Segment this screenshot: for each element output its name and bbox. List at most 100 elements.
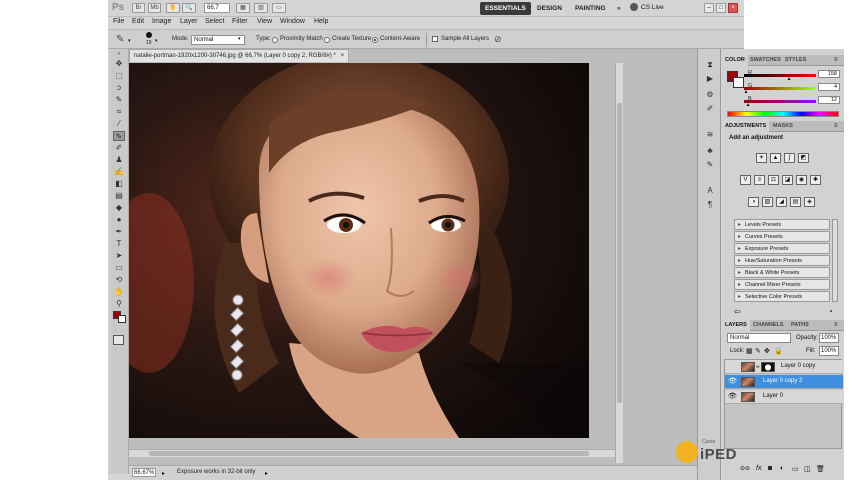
black-white-icon[interactable]: ◪ xyxy=(782,175,793,185)
eye-icon[interactable]: 👁 xyxy=(728,378,737,386)
horizontal-scroll-thumb[interactable] xyxy=(149,451,589,456)
threshold-icon[interactable]: ◢ xyxy=(776,197,787,207)
lasso-tool-icon[interactable]: ↄ xyxy=(113,83,125,93)
layer-style-icon[interactable]: fx xyxy=(756,465,761,472)
selective-color-icon[interactable]: ◈ xyxy=(804,197,815,207)
arrange-documents-icon[interactable]: ▥ xyxy=(254,3,268,13)
presets-scrollbar[interactable] xyxy=(832,219,838,302)
radio-content-aware[interactable] xyxy=(372,37,378,43)
tab-masks[interactable]: MASKS xyxy=(770,121,796,132)
color-balance-icon[interactable]: ⚖ xyxy=(768,175,779,185)
workspace-essentials[interactable]: ESSENTIALS xyxy=(480,2,531,15)
brush-tool-icon[interactable]: ✐ xyxy=(113,143,125,153)
bridge-icon[interactable]: Br xyxy=(132,3,145,13)
document-tab[interactable]: natalie-portman-1920x1200-30746.jpg @ 66… xyxy=(129,49,350,62)
channel-b-slider[interactable] xyxy=(744,100,816,103)
channel-g-slider[interactable] xyxy=(744,87,816,90)
tab-channels[interactable]: CHANNELS xyxy=(750,320,787,331)
tab-styles[interactable]: STYLES xyxy=(782,55,809,66)
lock-transparency-icon[interactable]: ▦ xyxy=(746,347,753,355)
channel-g-value[interactable]: 4 xyxy=(818,83,840,91)
layers-menu-icon[interactable]: ≡ xyxy=(834,322,838,328)
clip-to-layer-icon[interactable]: ◔ xyxy=(828,307,833,316)
move-tool-icon[interactable]: ✥ xyxy=(113,59,125,69)
layer-name[interactable]: Layer 0 copy xyxy=(781,363,815,369)
minibridge-icon[interactable]: Mb xyxy=(148,3,161,13)
maximize-button[interactable]: □ xyxy=(716,3,726,13)
layer-name[interactable]: Layer 0 copy 2 xyxy=(763,378,802,384)
clone-source-icon[interactable]: ♣ xyxy=(704,145,716,156)
channel-b-value[interactable]: 12 xyxy=(818,96,840,104)
history-panel-icon[interactable]: ⧗ xyxy=(704,59,716,70)
preset-exposure[interactable]: Exposure Presets xyxy=(734,243,830,254)
content-aware-label[interactable]: Content-Aware xyxy=(380,36,420,42)
lock-all-icon[interactable]: 🔒 xyxy=(774,347,783,355)
spot-healing-brush-icon[interactable]: ✎ xyxy=(116,34,124,45)
tab-adjustments[interactable]: ADJUSTMENTS xyxy=(722,121,770,132)
minimize-button[interactable]: – xyxy=(704,3,714,13)
visibility-toggle[interactable] xyxy=(728,363,736,371)
preset-selective-color[interactable]: Selective Color Presets xyxy=(734,291,830,302)
preset-hue-saturation[interactable]: Hue/Saturation Presets xyxy=(734,255,830,266)
sample-all-layers-label[interactable]: Sample All Layers xyxy=(441,36,489,42)
background-color-swatch[interactable] xyxy=(118,315,126,323)
status-arrow-icon[interactable]: ▸ xyxy=(265,470,268,477)
tab-color[interactable]: COLOR xyxy=(722,55,748,66)
workspace-design[interactable]: DESIGN xyxy=(532,2,567,15)
hue-saturation-icon[interactable]: ≡ xyxy=(754,175,765,185)
tab-layers[interactable]: LAYERS xyxy=(722,320,750,331)
delete-layer-icon[interactable]: 🗑 xyxy=(816,465,825,473)
menu-window[interactable]: Window xyxy=(280,18,305,25)
layer-name[interactable]: Layer 0 xyxy=(763,393,783,399)
eyedropper-tool-icon[interactable]: ⁄ xyxy=(113,119,125,129)
eye-icon[interactable]: 👁 xyxy=(728,393,737,401)
tool-presets-icon[interactable]: ⚙ xyxy=(704,89,716,100)
cs-live-button[interactable]: CS Live xyxy=(641,4,664,11)
shape-tool-icon[interactable]: ▭ xyxy=(113,263,125,273)
channel-mixer-icon[interactable]: ✱ xyxy=(810,175,821,185)
brush-picker-arrow-icon[interactable]: ▾ xyxy=(155,38,158,44)
layer-row-layer-0[interactable]: 👁 Layer 0 xyxy=(725,390,843,404)
preset-black-white[interactable]: Black & White Presets xyxy=(734,267,830,278)
new-layer-icon[interactable]: ◫ xyxy=(804,465,811,473)
crop-tool-icon[interactable]: ⌗ xyxy=(113,107,125,117)
brightness-icon[interactable]: ☀ xyxy=(756,153,767,163)
clone-stamp-tool-icon[interactable]: ♟ xyxy=(113,155,125,165)
bg-color-chip[interactable] xyxy=(733,77,744,88)
layer-row-layer-0-copy[interactable]: ∞ Layer 0 copy xyxy=(725,360,843,374)
dodge-tool-icon[interactable]: ● xyxy=(113,215,125,225)
opacity-field[interactable]: 100% xyxy=(819,333,839,343)
brush-preview-icon[interactable] xyxy=(146,32,152,38)
canvas-image[interactable] xyxy=(129,63,589,438)
radio-proximity-match[interactable] xyxy=(272,37,278,43)
channel-g-handle[interactable]: ▲ xyxy=(743,89,748,95)
actions-panel-icon[interactable]: ▶ xyxy=(704,73,716,84)
view-extras-icon[interactable]: ▦ xyxy=(236,3,250,13)
eraser-tool-icon[interactable]: ◧ xyxy=(113,179,125,189)
tab-paths[interactable]: PATHS xyxy=(788,320,812,331)
panel-menu-icon[interactable]: ≡ xyxy=(834,57,838,63)
menu-image[interactable]: Image xyxy=(152,18,171,25)
photo-filter-icon[interactable]: ◉ xyxy=(796,175,807,185)
workspace-more[interactable]: » xyxy=(612,2,626,15)
zoom-tool-icon-2[interactable]: ⚲ xyxy=(113,299,125,309)
zoom-field[interactable]: 66.67% xyxy=(132,468,156,477)
brush-presets-icon[interactable]: ✎ xyxy=(704,159,716,170)
type-tool-icon[interactable]: T xyxy=(113,239,125,249)
quick-mask-icon[interactable] xyxy=(113,335,124,345)
status-menu-icon[interactable]: ▸ xyxy=(162,470,165,477)
history-brush-tool-icon[interactable]: ✍ xyxy=(113,167,125,177)
mode-select[interactable]: Normal xyxy=(191,35,245,45)
zoom-level-select[interactable]: 66,7 xyxy=(204,3,230,13)
menu-layer[interactable]: Layer xyxy=(180,18,198,25)
gradient-map-icon[interactable]: ▤ xyxy=(790,197,801,207)
layer-row-layer-0-copy-2[interactable]: 👁 Layer 0 copy 2 xyxy=(725,375,843,389)
channel-r-value[interactable]: 158 xyxy=(818,70,840,78)
brush-panel-icon[interactable]: ≋ xyxy=(704,129,716,140)
tab-swatches[interactable]: SWATCHES xyxy=(747,55,784,66)
menu-file[interactable]: File xyxy=(113,18,124,25)
quick-selection-tool-icon[interactable]: ✎ xyxy=(113,95,125,105)
proximity-match-label[interactable]: Proximity Match xyxy=(280,36,323,42)
radio-create-texture[interactable] xyxy=(324,37,330,43)
layer-mask-thumbnail[interactable] xyxy=(761,362,775,372)
